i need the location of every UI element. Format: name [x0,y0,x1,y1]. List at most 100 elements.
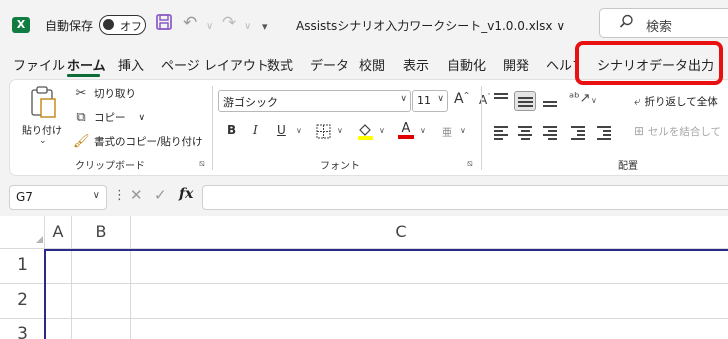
border-icon[interactable] [316,124,331,142]
wrap-text-button[interactable]: ⤶ 折り返して全体 [634,94,718,109]
font-name-dropdown-icon: ∨ [400,94,407,104]
save-icon[interactable] [156,14,172,36]
undo-dropdown-icon[interactable]: ∨ [206,16,213,38]
align-left-icon[interactable] [492,124,510,140]
wrap-text-label: 折り返して全体 [644,96,718,108]
grid-line [0,318,728,319]
tab-insert[interactable]: 挿入 [118,55,144,74]
merge-center-button[interactable]: ⊞ セルを結合して [634,124,721,139]
border-dropdown-icon[interactable]: ∨ [337,126,343,135]
title-bar: X 自動保存 オフ ↶ ∨ ↷ ∨ ▾ Assistsシナリオ入力ワークシート_… [0,0,728,47]
grow-font-icon[interactable]: A^ [454,91,469,107]
tab-view[interactable]: 表示 [403,55,429,74]
align-bottom-icon[interactable] [541,93,559,109]
merge-cells-icon: ⊞ [634,124,648,138]
align-middle-icon[interactable] [514,91,536,111]
selection-border [44,249,728,251]
autosave-toggle[interactable]: オフ [99,15,146,35]
font-name-value: 游ゴシック [223,96,278,109]
redo-icon[interactable]: ↷ [222,12,236,34]
format-painter-icon: 🖌 [73,134,90,149]
cut-label: 切り取り [94,88,136,100]
orientation-icon[interactable]: ᵃᵇ↗ [569,91,591,106]
search-box[interactable]: 検索 [599,8,728,38]
font-size-dropdown-icon: ∨ [437,94,444,104]
paste-button-label[interactable]: 貼り付け [22,122,62,137]
clipboard-group-label: クリップボード [75,161,145,172]
excel-app-icon: X [12,17,30,33]
group-separator [212,86,213,170]
name-box[interactable]: G7 ∨ [9,185,107,210]
tab-developer[interactable]: 開発 [503,55,529,74]
copy-icon: ⧉ [76,110,86,125]
column-header-c[interactable]: C [131,216,671,248]
fill-color-dropdown-icon[interactable]: ∨ [379,126,385,135]
name-box-value: G7 [16,190,33,204]
merge-label: セルを結合して [647,126,722,138]
cut-button[interactable]: ✂ 切り取り [73,86,136,101]
phonetic-guide-icon[interactable]: 亜 [442,124,452,139]
search-icon [619,14,634,33]
tab-file[interactable]: ファイル [13,55,65,74]
font-name-box[interactable]: 游ゴシック ∨ [218,90,411,112]
paste-dropdown-icon[interactable]: ⌄ [39,136,47,146]
insert-function-icon[interactable]: fx [179,186,193,202]
redo-dropdown-icon[interactable]: ∨ [244,16,251,38]
select-all-corner[interactable] [36,236,43,243]
align-right-icon[interactable] [541,124,559,140]
italic-button[interactable]: I [253,123,258,137]
font-color-dropdown-icon[interactable]: ∨ [420,126,426,135]
decrease-indent-icon[interactable] [569,124,587,140]
increase-indent-icon[interactable] [595,124,613,140]
clipboard-launcher-icon[interactable]: ⧅ [199,159,205,169]
bold-button[interactable]: B [227,123,236,137]
grid-line [0,283,728,284]
group-separator [481,86,482,170]
underline-button[interactable]: U [277,123,286,137]
check-icon[interactable]: ✓ [154,186,167,204]
phonetic-dropdown-icon[interactable]: ∨ [460,126,466,135]
copy-button[interactable]: ⧉ コピー ∨ [73,110,145,125]
tab-home[interactable]: ホーム [67,55,106,74]
paste-icon[interactable] [29,86,57,119]
font-color-label: A [401,121,411,136]
alignment-group-label: 配置 [618,161,638,172]
row-header-3[interactable]: 3 [0,324,45,339]
autosave-label: 自動保存 [45,19,94,33]
underline-dropdown-icon[interactable]: ∨ [296,126,302,135]
font-size-value: 11 [417,94,431,107]
file-name-text: Assistsシナリオ入力ワークシート_v1.0.0.xlsx [296,19,553,33]
customize-qat-icon[interactable]: ▾ [262,16,268,38]
cancel-icon[interactable]: ✕ [130,186,143,204]
column-header-b[interactable]: B [72,216,130,248]
tab-help[interactable]: ヘルプ [546,55,575,74]
font-size-box[interactable]: 11 ∨ [412,90,448,112]
align-center-icon[interactable] [516,124,534,140]
row-header-2[interactable]: 2 [0,290,45,310]
more-options-icon[interactable]: ⋮ [113,188,126,203]
column-header-a[interactable]: A [45,216,71,248]
tab-data[interactable]: データ [310,55,349,74]
row-header-1[interactable]: 1 [0,255,45,275]
copy-label: コピー [94,112,126,124]
align-top-icon[interactable] [492,91,510,107]
highlight-annotation [575,41,723,85]
format-painter-label: 書式のコピー/貼り付け [94,136,203,148]
tab-formulas[interactable]: 数式 [267,55,293,74]
file-name[interactable]: Assistsシナリオ入力ワークシート_v1.0.0.xlsx ∨ [296,17,565,34]
undo-icon[interactable]: ↶ [183,12,197,34]
font-launcher-icon[interactable]: ⧅ [467,159,473,169]
selection-border [44,249,46,339]
search-placeholder: 検索 [646,20,673,35]
formula-input[interactable] [202,185,728,210]
filename-chevron-icon: ∨ [556,19,566,33]
format-painter-button[interactable]: 🖌 書式のコピー/貼り付け [73,134,203,149]
scissors-icon: ✂ [75,86,87,101]
font-color-icon[interactable]: A [398,121,414,139]
tab-page-layout[interactable]: ページ レイアウト [161,55,269,74]
fill-color-icon[interactable] [357,122,374,143]
tab-automate[interactable]: 自動化 [447,55,486,74]
grow-font-label: A [454,91,464,107]
tab-review[interactable]: 校閲 [359,55,385,74]
orientation-dropdown-icon[interactable]: ∨ [591,96,597,105]
